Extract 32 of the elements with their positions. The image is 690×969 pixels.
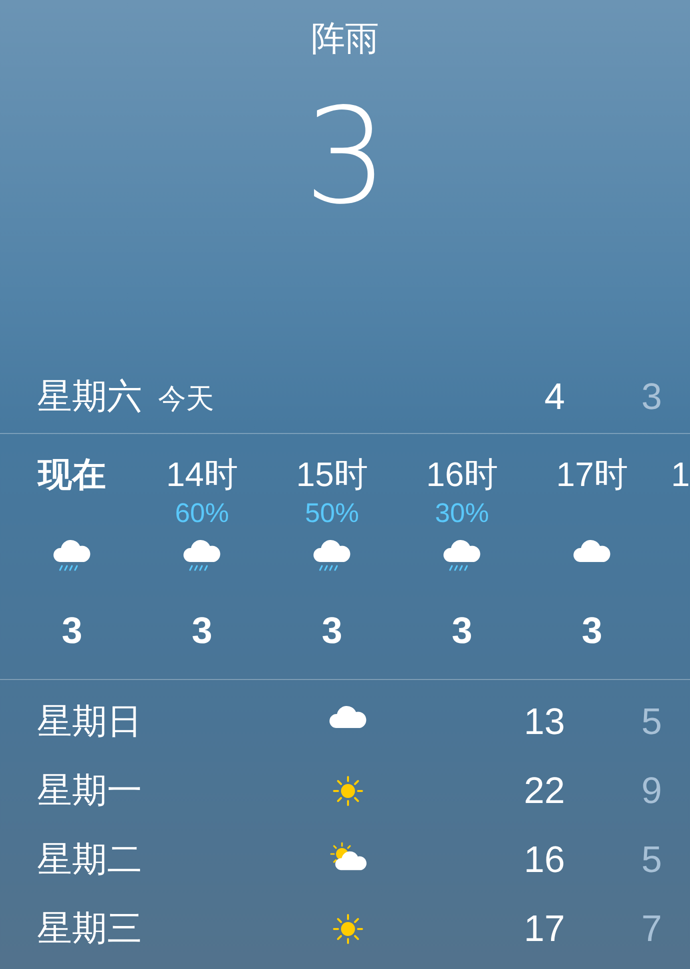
day-name: 星期一: [37, 770, 143, 812]
hour-temperature: 3: [62, 610, 82, 652]
day-name: 星期日: [37, 701, 143, 743]
low-temperature: 3: [640, 376, 662, 418]
hour-temperature: 3: [322, 610, 342, 652]
high-temperature: 17: [522, 908, 565, 950]
current-temperature: 3: [304, 82, 386, 232]
precipitation-chance: 50%: [304, 498, 360, 528]
low-temperature: 5: [640, 838, 662, 880]
precipitation-chance: 60%: [174, 498, 230, 528]
hour-label: 现在: [38, 455, 106, 496]
low-temperature: 7: [640, 908, 662, 950]
hour-label: 16时: [426, 455, 498, 496]
high-temperature: 22: [522, 770, 565, 812]
high-temperature: 16: [522, 838, 565, 880]
hour-label: 1: [671, 455, 690, 496]
day-name: 星期六: [37, 376, 142, 418]
low-temperature: 9: [640, 770, 662, 812]
hour-label: 14时: [166, 455, 238, 496]
day-name: 星期二: [37, 839, 143, 881]
weather-condition: 阵雨: [311, 19, 379, 60]
day-name: 星期三: [37, 908, 143, 950]
hour-label: 15时: [296, 455, 368, 496]
hour-temperature: 3: [192, 610, 212, 652]
high-temperature: 13: [522, 700, 565, 742]
hour-temperature: 3: [452, 610, 472, 652]
hour-label: 17时: [556, 455, 628, 496]
precipitation-chance: 30%: [434, 498, 490, 528]
today-label: 今天: [158, 382, 214, 416]
low-temperature: 5: [640, 700, 662, 742]
hour-temperature: 3: [582, 610, 602, 652]
high-temperature: 4: [543, 376, 565, 418]
